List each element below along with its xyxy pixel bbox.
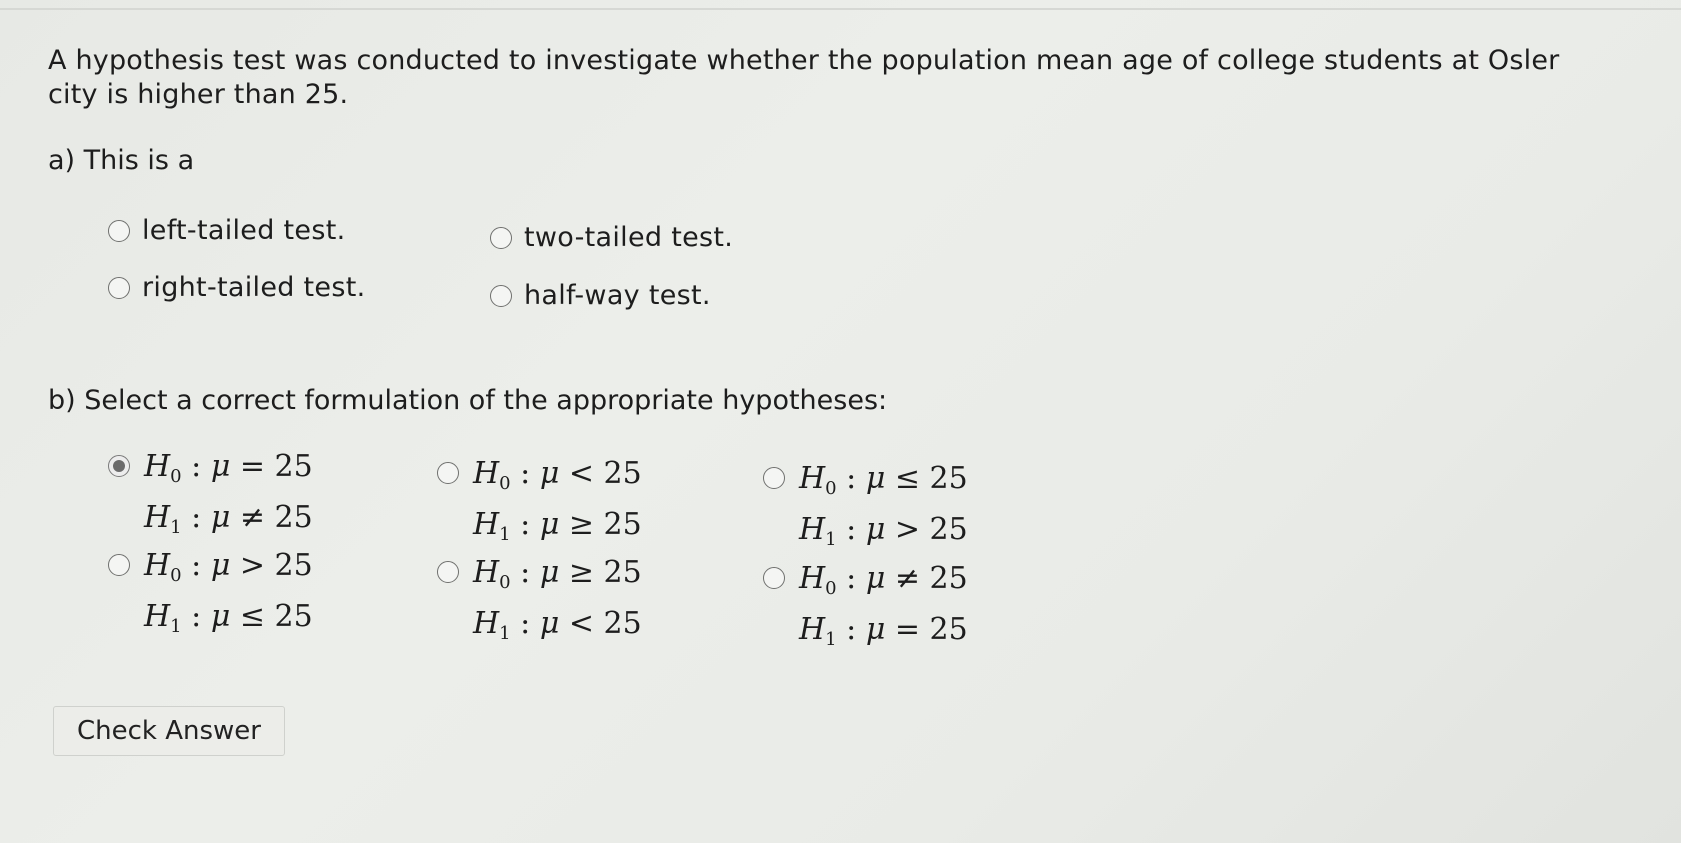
h0-value: 25 [274,548,313,583]
option-right-tailed-label: right-tailed test. [142,272,366,303]
radio-hypothesis-3[interactable] [763,467,785,489]
h0-value: 25 [603,456,642,491]
option-left-tailed[interactable]: left-tailed test. [108,215,345,246]
h0-value: 25 [274,449,313,484]
h1-relation: ≤ [239,599,265,634]
hypothesis-option-4[interactable]: H0 : μ > 25 H1 : μ ≤ 25 [108,545,313,647]
radio-hypothesis-5[interactable] [437,561,459,583]
radio-left-tailed[interactable] [108,219,130,242]
h0-relation: ≤ [894,461,920,496]
h0-relation: ≥ [568,555,594,590]
hypothesis-option-2[interactable]: H0 : μ < 25 H1 : μ ≥ 25 [437,453,642,555]
h0-relation: = [239,449,265,484]
h0-relation: < [568,456,594,491]
h1-value: 25 [929,612,968,647]
h1-relation: ≠ [239,500,265,535]
question-text: A hypothesis test was conducted to inves… [48,45,1560,110]
hypothesis-3-math: H0 : μ ≤ 25 H1 : μ > 25 [799,461,968,550]
part-a-label: a) This is a [48,145,195,176]
h1-value: 25 [603,507,642,542]
h1-value: 25 [274,500,313,535]
option-right-tailed[interactable]: right-tailed test. [108,272,365,303]
hypothesis-option-5[interactable]: H0 : μ ≥ 25 H1 : μ < 25 [437,552,642,654]
h0-value: 25 [929,561,968,596]
hypothesis-2-math: H0 : μ < 25 H1 : μ ≥ 25 [473,456,642,545]
option-two-tailed[interactable]: two-tailed test. [490,222,733,253]
hypothesis-6-math: H0 : μ ≠ 25 H1 : μ = 25 [799,561,968,650]
h1-relation: = [894,612,920,647]
check-answer-button[interactable]: Check Answer [53,706,285,756]
h1-relation: > [894,512,920,547]
radio-hypothesis-1[interactable] [108,455,130,477]
h1-value: 25 [603,606,642,641]
radio-two-tailed[interactable] [490,226,512,249]
h0-relation: > [239,548,265,583]
option-left-tailed-label: left-tailed test. [142,215,346,246]
part-b-label: b) Select a correct formulation of the a… [48,385,888,416]
hypothesis-option-3[interactable]: H0 : μ ≤ 25 H1 : μ > 25 [763,458,968,560]
radio-hypothesis-4[interactable] [108,554,130,576]
hypothesis-4-math: H0 : μ > 25 H1 : μ ≤ 25 [144,548,313,637]
h1-relation: < [568,606,594,641]
radio-hypothesis-2[interactable] [437,462,459,484]
question-page: A hypothesis test was conducted to inves… [0,0,1681,843]
radio-right-tailed[interactable] [108,276,130,299]
option-half-way-label: half-way test. [524,280,711,311]
hypothesis-option-6[interactable]: H0 : μ ≠ 25 H1 : μ = 25 [763,558,968,660]
option-half-way[interactable]: half-way test. [490,280,711,311]
radio-half-way[interactable] [490,284,512,307]
h0-value: 25 [603,555,642,590]
h1-value: 25 [274,599,313,634]
hypothesis-option-1[interactable]: H0 : μ = 25 H1 : μ ≠ 25 [108,446,313,548]
hypothesis-1-math: H0 : μ = 25 H1 : μ ≠ 25 [144,449,313,538]
h0-relation: ≠ [894,561,920,596]
hypothesis-5-math: H0 : μ ≥ 25 H1 : μ < 25 [473,555,642,644]
h0-value: 25 [929,461,968,496]
h1-value: 25 [929,512,968,547]
h1-relation: ≥ [568,507,594,542]
top-divider [0,8,1681,10]
option-two-tailed-label: two-tailed test. [524,222,734,253]
radio-hypothesis-6[interactable] [763,567,785,589]
